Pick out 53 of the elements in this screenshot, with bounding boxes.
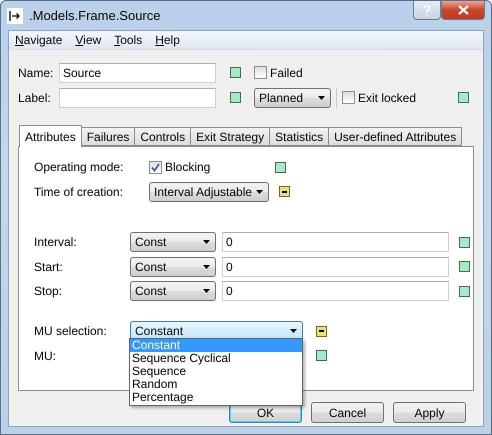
tab[interactable]: Controls: [134, 127, 192, 146]
distribution-dropdown[interactable]: Const: [130, 256, 216, 277]
caret-icon: [203, 264, 210, 269]
dropdown-option[interactable]: Sequence Cyclical: [130, 352, 302, 365]
checkbox[interactable]: [149, 160, 162, 174]
field-label: Label:: [18, 90, 52, 104]
menu-item[interactable]: Tools: [114, 33, 142, 47]
field-label: Interval:: [34, 235, 78, 250]
window-title: .Models.Frame.Source: [29, 8, 162, 23]
checkbox[interactable]: [342, 91, 355, 104]
tab[interactable]: Exit Strategy: [190, 127, 270, 146]
checkbox-label: Blocking: [165, 160, 212, 174]
caret-icon: [256, 190, 263, 194]
close-icon: [458, 5, 468, 15]
field-label: MU:: [34, 348, 57, 362]
distribution-dropdown[interactable]: Const: [130, 232, 216, 252]
app-icon: [7, 8, 23, 24]
text-field[interactable]: Source: [59, 62, 216, 82]
dropdown-option[interactable]: Random: [130, 378, 302, 391]
menu-item[interactable]: Navigate: [15, 33, 62, 47]
text-field[interactable]: [59, 88, 216, 108]
tab[interactable]: Attributes: [19, 125, 82, 147]
field-label: MU selection:: [34, 324, 108, 338]
field-label: Time of creation:: [34, 184, 124, 198]
checkbox-label: Exit locked: [358, 90, 418, 104]
value-field[interactable]: 0: [222, 256, 449, 277]
tab[interactable]: Failures: [80, 127, 136, 146]
tab[interactable]: User-defined Attributes: [328, 127, 462, 146]
caret-icon: [203, 289, 210, 294]
checkbox[interactable]: [254, 66, 267, 79]
menu-item[interactable]: Help: [155, 33, 180, 47]
caret-icon: [290, 329, 297, 333]
dropdown-option[interactable]: Percentage: [130, 391, 302, 404]
close-button[interactable]: [441, 1, 485, 20]
checkbox-label: Failed: [270, 66, 303, 80]
caret-icon: [203, 240, 210, 244]
dropdown-option[interactable]: Sequence: [130, 365, 302, 378]
value-field[interactable]: 0: [222, 232, 449, 252]
dialog-button[interactable]: Apply: [393, 402, 466, 423]
menu-item[interactable]: View: [75, 33, 102, 47]
tab[interactable]: Statistics: [269, 127, 330, 146]
value-field[interactable]: 0: [222, 281, 449, 302]
distribution-dropdown[interactable]: Const: [130, 281, 216, 302]
field-label: Stop:: [34, 284, 64, 298]
caret-icon: [318, 96, 325, 100]
field-label: Operating mode:: [34, 160, 124, 174]
question-mark-icon: [423, 4, 431, 16]
field-label: Name:: [18, 66, 54, 80]
state-dropdown[interactable]: Planned: [254, 88, 331, 108]
dialog-button[interactable]: Cancel: [311, 402, 384, 423]
help-button[interactable]: [413, 1, 441, 20]
field-label: Start:: [34, 260, 64, 274]
creation-time-dropdown[interactable]: Interval Adjustable: [149, 182, 269, 202]
